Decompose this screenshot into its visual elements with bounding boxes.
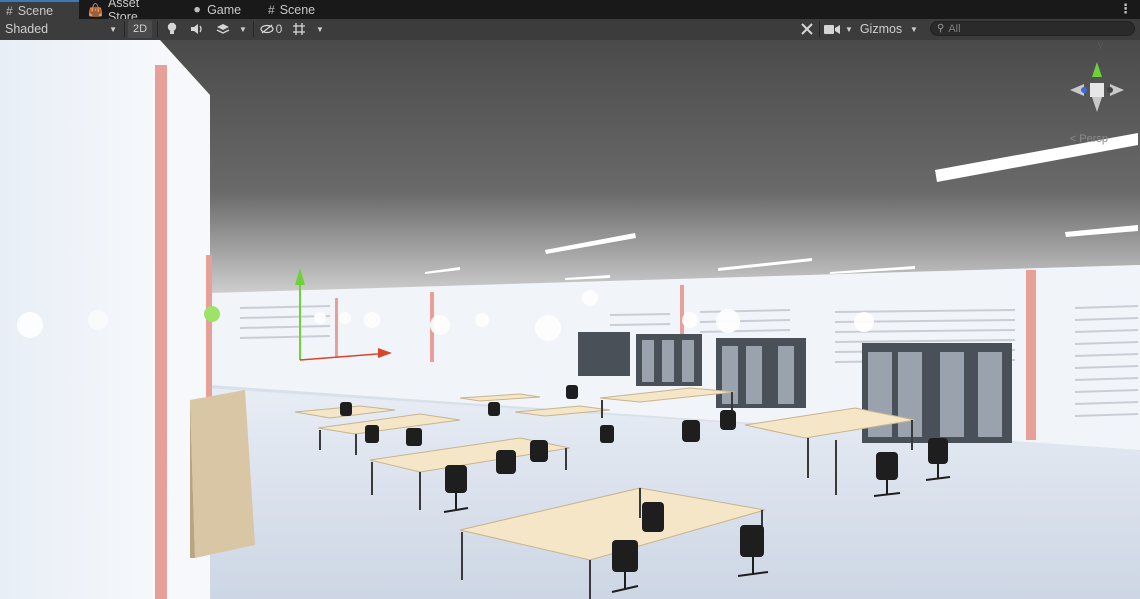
hidden-count: 0 [275,22,283,36]
lighting-toggle-button[interactable] [162,20,182,38]
tab-game[interactable]: ⚫ Game [186,0,256,19]
tab-scene[interactable]: # Scene [0,0,79,19]
grid-toggle-button[interactable] [289,20,309,38]
orientation-gizmo[interactable] [1062,52,1132,122]
divider [253,21,254,37]
chevron-down-icon: ▼ [845,24,853,34]
more-options-icon[interactable]: ⋮ [1119,1,1132,17]
hidden-eye-icon [260,24,274,34]
gizmos-button[interactable]: Gizmos [857,20,905,38]
scene-visibility-toggle[interactable]: 0 [257,20,285,38]
grid-icon: # [6,3,13,18]
tab-label: Scene [17,3,54,18]
speaker-icon [191,24,202,34]
chevron-down-icon: ▼ [239,24,247,34]
camera-dropdown[interactable]: ▼ [843,20,855,38]
chevron-down-icon: ▼ [316,24,324,34]
projection-label[interactable]: < Persp [1070,133,1108,145]
audio-toggle-button[interactable] [187,20,207,38]
divider [124,21,125,37]
tools-button[interactable] [797,20,817,38]
scene-search-input[interactable]: ⚲ All [930,21,1135,36]
layers-icon [216,24,230,34]
tab-label: Scene [279,2,316,17]
lightbulb-icon [167,22,177,34]
grid-dropdown[interactable]: ▼ [313,20,327,38]
tab-asset-store[interactable]: 👜 Asset Store [82,0,178,24]
divider [157,21,158,37]
editor-tab-bar: # Scene 👜 Asset Store ⚫ Game # Scene ⋮ [0,0,1140,24]
office-scene-render [0,40,1140,599]
scene-toolbar: Shaded ▼ 2D ▼ 0 ▼ ▼ Gizmos ▼ ⚲ All [0,19,1140,41]
camera-settings-button[interactable] [822,20,842,38]
grid-snap-icon [293,23,305,35]
effects-toggle-button[interactable] [212,20,234,38]
search-placeholder: All [948,22,961,35]
search-icon: ⚲ [937,23,945,34]
effects-dropdown[interactable]: ▼ [236,20,250,38]
shading-mode-label: Shaded [5,22,49,36]
gizmos-dropdown[interactable]: ▼ [907,20,921,38]
bag-icon: 👜 [88,2,103,17]
tab-scene-2[interactable]: # Scene [262,0,332,19]
gizmo-y-axis-label: y [1098,40,1103,51]
tools-icon [801,23,813,35]
2d-toggle-button[interactable]: 2D [128,20,152,38]
tab-label: Game [207,2,242,17]
scene-viewport[interactable]: y < Persp [0,40,1140,599]
shading-mode-dropdown[interactable]: Shaded ▼ [1,20,121,38]
gamepad-icon: ⚫ [192,2,203,17]
camera-icon [824,24,840,34]
chevron-down-icon: ▼ [910,24,918,34]
chevron-down-icon: ▼ [109,24,117,34]
grid-icon: # [268,2,275,17]
divider [819,21,820,37]
